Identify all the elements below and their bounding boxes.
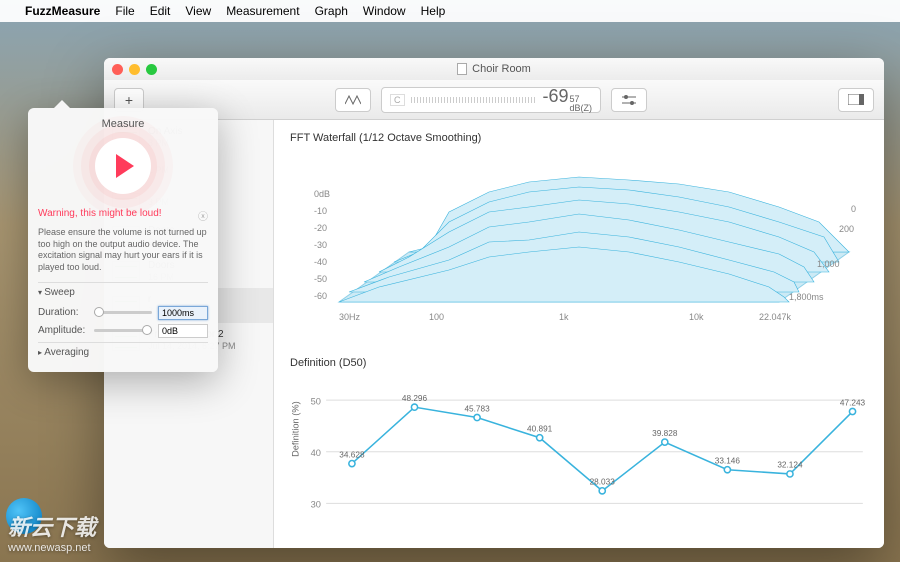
svg-text:1,000: 1,000 xyxy=(817,259,840,269)
menu-view[interactable]: View xyxy=(185,4,211,18)
duration-input[interactable] xyxy=(158,306,208,320)
panel-icon xyxy=(848,94,864,105)
sliders-icon xyxy=(622,95,636,105)
svg-text:-30: -30 xyxy=(314,240,327,250)
sweep-section-toggle[interactable]: Sweep xyxy=(38,282,208,302)
svg-text:34.628: 34.628 xyxy=(339,450,365,459)
menu-app[interactable]: FuzzMeasure xyxy=(25,4,100,18)
main-window: Choir Room + C -69 57 dB(Z) xyxy=(104,58,884,548)
warning-title: Warning, this might be loud! xyxy=(38,208,162,223)
svg-text:-10: -10 xyxy=(314,206,327,216)
svg-text:200: 200 xyxy=(839,224,854,234)
waterfall-chart: 0dB -10 -20 -30 -40 -50 -60 xyxy=(290,152,868,342)
svg-text:100: 100 xyxy=(429,312,444,322)
svg-text:-60: -60 xyxy=(314,291,327,301)
duration-slider[interactable] xyxy=(94,311,152,314)
sidebar-toggle-button[interactable] xyxy=(838,88,874,112)
settings-button[interactable] xyxy=(611,88,647,112)
waterfall-title: FFT Waterfall (1/12 Octave Smoothing) xyxy=(290,132,868,144)
svg-text:1,800ms: 1,800ms xyxy=(789,292,824,302)
svg-text:39.828: 39.828 xyxy=(652,429,678,438)
svg-text:28.033: 28.033 xyxy=(590,478,616,487)
graph-type-button[interactable] xyxy=(335,88,371,112)
document-icon xyxy=(457,63,467,75)
definition-title: Definition (D50) xyxy=(290,357,868,369)
definition-chart: Definition (%) 50 40 30 34.628 48.296 45.7… xyxy=(290,377,868,537)
level-bar xyxy=(411,97,537,103)
svg-text:Definition (%): Definition (%) xyxy=(290,401,300,457)
maximize-button[interactable] xyxy=(146,64,157,75)
waveform-icon xyxy=(345,94,361,106)
svg-text:0: 0 xyxy=(851,204,856,214)
play-icon xyxy=(116,154,134,178)
measure-popover: Measure Warning, this might be loud! ⓧ P… xyxy=(28,108,218,372)
svg-text:30: 30 xyxy=(311,499,321,509)
menu-measurement[interactable]: Measurement xyxy=(226,4,299,18)
window-title: Choir Room xyxy=(472,63,531,75)
duration-label: Duration: xyxy=(38,307,88,318)
svg-text:1k: 1k xyxy=(559,312,569,322)
dismiss-warning-button[interactable]: ⓧ xyxy=(198,208,208,223)
play-button[interactable] xyxy=(95,138,151,194)
svg-text:0dB: 0dB xyxy=(314,189,330,199)
menu-window[interactable]: Window xyxy=(363,4,406,18)
level-meter-group: C -69 57 dB(Z) xyxy=(381,87,601,113)
menu-graph[interactable]: Graph xyxy=(315,4,348,18)
traffic-lights xyxy=(112,64,157,75)
watermark: 新云下载 www.newasp.net xyxy=(8,510,96,554)
svg-text:47.243: 47.243 xyxy=(840,398,866,407)
svg-text:40: 40 xyxy=(311,448,321,458)
menu-help[interactable]: Help xyxy=(421,4,446,18)
menu-file[interactable]: File xyxy=(115,4,134,18)
chart-area: FFT Waterfall (1/12 Octave Smoothing) 0d… xyxy=(274,120,884,548)
level-readout: -69 57 dB(Z) xyxy=(542,86,592,113)
svg-text:-50: -50 xyxy=(314,274,327,284)
menu-edit[interactable]: Edit xyxy=(150,4,171,18)
amplitude-input[interactable] xyxy=(158,324,208,338)
svg-text:40.891: 40.891 xyxy=(527,425,553,434)
svg-text:45.783: 45.783 xyxy=(464,404,490,413)
channel-indicator: C xyxy=(390,94,405,106)
svg-text:50: 50 xyxy=(311,396,321,406)
titlebar: Choir Room xyxy=(104,58,884,80)
close-button[interactable] xyxy=(112,64,123,75)
svg-text:48.296: 48.296 xyxy=(402,394,428,403)
averaging-section-toggle[interactable]: Averaging xyxy=(38,342,208,362)
svg-text:30Hz: 30Hz xyxy=(339,312,361,322)
minimize-button[interactable] xyxy=(129,64,140,75)
menubar: FuzzMeasure File Edit View Measurement G… xyxy=(0,0,900,22)
svg-text:-40: -40 xyxy=(314,257,327,267)
warning-body: Please ensure the volume is not turned u… xyxy=(38,227,208,274)
amplitude-label: Amplitude: xyxy=(38,325,88,336)
toolbar: + C -69 57 dB(Z) xyxy=(104,80,884,120)
popover-title: Measure xyxy=(38,118,208,130)
svg-text:32.124: 32.124 xyxy=(777,461,803,470)
svg-text:22.047k: 22.047k xyxy=(759,312,792,322)
svg-text:-20: -20 xyxy=(314,223,327,233)
svg-text:10k: 10k xyxy=(689,312,704,322)
svg-text:33.146: 33.146 xyxy=(715,457,741,466)
amplitude-slider[interactable] xyxy=(94,329,152,332)
